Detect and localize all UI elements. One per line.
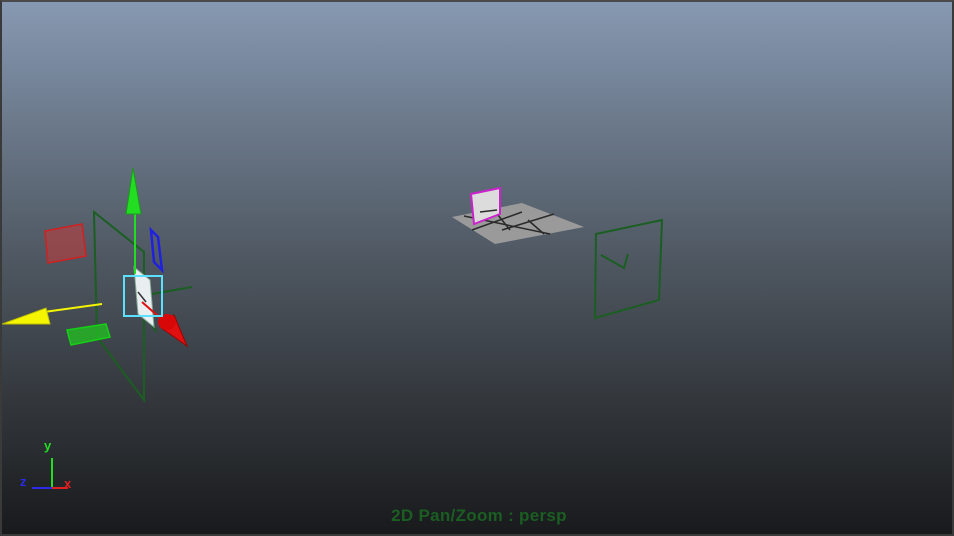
axis-z-label: z [20,474,27,489]
maya-viewport-persp[interactable]: y x z 2D Pan/Zoom : persp [0,0,954,536]
axis-indicator: y x z [16,436,86,500]
camera-frame-edge [92,209,145,404]
manip-z-cone[interactable] [2,307,51,325]
manip-yz-plane-handle[interactable] [149,226,164,274]
viewport-mode-label: 2D Pan/Zoom : persp [391,506,567,525]
manip-xz-plane-handle[interactable] [66,323,111,346]
manip-z-axis-line[interactable] [43,303,103,313]
camera-wireframe-right[interactable] [593,218,664,320]
image-plane-textured[interactable] [452,186,584,244]
manip-y-cone[interactable] [125,167,142,215]
axis-x-label: x [64,476,72,491]
camera-frame-mark [600,253,629,270]
manip-xy-plane-handle[interactable] [44,223,87,264]
camera-frame-edge [151,286,193,295]
axis-y-label: y [44,438,52,453]
camera-frame [593,218,664,320]
scene-canvas[interactable] [2,2,954,536]
